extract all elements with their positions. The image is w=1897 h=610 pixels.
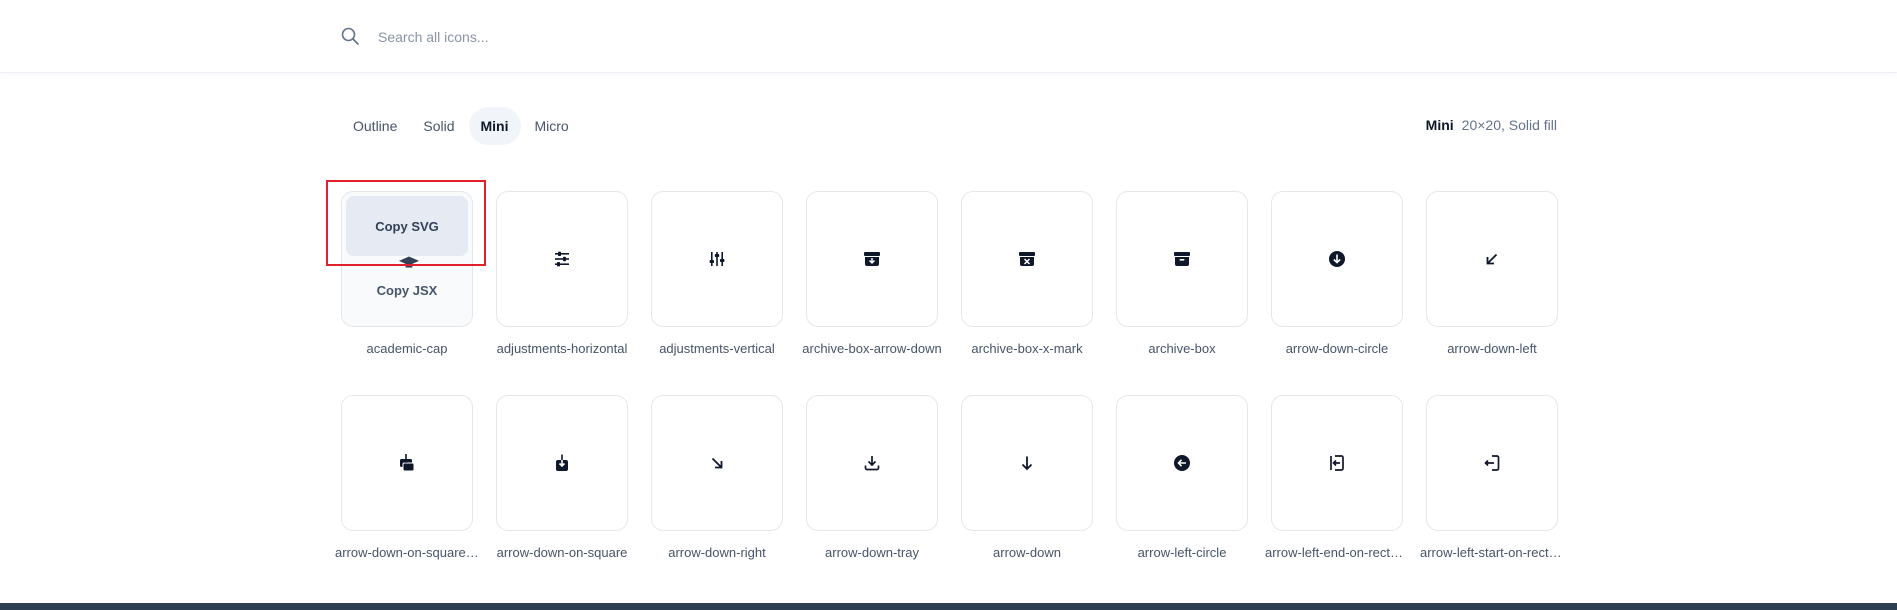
icon-cell-adjustments-horizontal: adjustments-horizontal: [496, 191, 628, 395]
icon-label: arrow-down-tray: [825, 545, 919, 560]
icon-cell-archive-box-x-mark: archive-box-x-mark: [961, 191, 1093, 395]
icon-label: arrow-left-end-on-rectangle: [1265, 545, 1409, 560]
icon-label: arrow-down-left: [1447, 341, 1537, 356]
arrow-left-end-on-rectangle-icon: [1330, 455, 1344, 471]
arrow-down-on-square-stack-icon: [400, 454, 415, 472]
icon-cell-archive-box: archive-box: [1116, 191, 1248, 395]
copy-jsx-button[interactable]: Copy JSX: [346, 258, 468, 322]
icon-card[interactable]: [806, 395, 938, 531]
icon-label: arrow-down: [993, 545, 1061, 560]
icon-card[interactable]: [1116, 395, 1248, 531]
arrow-down-circle-icon: [1329, 251, 1345, 267]
icon-label: arrow-down-circle: [1285, 341, 1389, 356]
style-info-name: Mini: [1425, 117, 1454, 133]
icon-cell-arrow-left-start-on-rectangle: arrow-left-start-on-rectangle: [1420, 395, 1564, 599]
archive-box-icon: [1174, 252, 1190, 266]
tab-solid[interactable]: Solid: [411, 107, 466, 145]
arrow-down-left-icon: [1486, 253, 1498, 265]
icon-cell-arrow-down-on-square: arrow-down-on-square: [496, 395, 628, 599]
icon-cell-arrow-left-circle: arrow-left-circle: [1116, 395, 1248, 599]
archive-box-arrow-down-icon: [864, 252, 880, 266]
style-info-description: 20×20, Solid fill: [1461, 117, 1557, 133]
icon-card[interactable]: [1271, 395, 1403, 531]
tab-mini[interactable]: Mini: [468, 107, 521, 145]
icon-label: arrow-left-circle: [1137, 545, 1227, 560]
icon-cell-arrow-down-on-square-stack: arrow-down-on-square-stack: [335, 395, 479, 599]
bottom-edge: [0, 603, 1897, 610]
tab-micro[interactable]: Micro: [523, 107, 581, 145]
icon-card[interactable]: [651, 191, 783, 327]
icon-cell-arrow-left-end-on-rectangle: arrow-left-end-on-rectangle: [1265, 395, 1409, 599]
icon-cell-academic-cap: Copy SVG Copy JSX academic-cap: [341, 191, 473, 395]
search-bar: [0, 0, 1897, 73]
icon-label: arrow-down-on-square-stack: [335, 545, 479, 560]
icon-card[interactable]: Copy SVG Copy JSX: [341, 191, 473, 327]
icon-card[interactable]: [961, 395, 1093, 531]
arrow-left-circle-icon: [1174, 455, 1190, 471]
icon-cell-arrow-down-right: arrow-down-right: [651, 395, 783, 599]
icon-label: archive-box: [1148, 341, 1216, 356]
copy-svg-button[interactable]: Copy SVG: [346, 196, 468, 256]
icon-cell-adjustments-vertical: adjustments-vertical: [651, 191, 783, 395]
icon-card[interactable]: [1116, 191, 1248, 327]
adjustments-horizontal-icon: [555, 251, 569, 267]
icon-card[interactable]: [806, 191, 938, 327]
adjustments-vertical-icon: [709, 252, 725, 266]
icon-cell-archive-box-arrow-down: archive-box-arrow-down: [802, 191, 942, 395]
icon-card[interactable]: [961, 191, 1093, 327]
icon-label: academic-cap: [366, 341, 448, 356]
icon-cell-arrow-down: arrow-down: [961, 395, 1093, 599]
icon-card[interactable]: [1426, 191, 1558, 327]
icon-label: adjustments-vertical: [659, 341, 775, 356]
icon-card[interactable]: [651, 395, 783, 531]
icon-card[interactable]: [341, 395, 473, 531]
tab-outline[interactable]: Outline: [341, 107, 409, 145]
icon-label: arrow-down-right: [668, 545, 766, 560]
icon-card[interactable]: [1426, 395, 1558, 531]
archive-box-x-mark-icon: [1019, 252, 1035, 266]
style-tabs: Outline Solid Mini Micro: [341, 107, 581, 145]
arrow-left-start-on-rectangle-icon: [1484, 455, 1500, 471]
icon-label: arrow-down-on-square: [496, 545, 628, 560]
icon-card[interactable]: [496, 191, 628, 327]
icon-label: archive-box-arrow-down: [802, 341, 942, 356]
icon-grid: Copy SVG Copy JSX academic-cap adjustmen…: [335, 191, 1564, 599]
icon-label: archive-box-x-mark: [971, 341, 1083, 356]
icon-card[interactable]: [1271, 191, 1403, 327]
arrow-down-on-square-icon: [556, 454, 568, 471]
icon-label: adjustments-horizontal: [496, 341, 628, 356]
arrow-down-right-icon: [711, 457, 723, 469]
icon-cell-arrow-down-tray: arrow-down-tray: [806, 395, 938, 599]
icon-label: arrow-left-start-on-rectangle: [1420, 545, 1564, 560]
icon-cell-arrow-down-circle: arrow-down-circle: [1271, 191, 1403, 395]
arrow-down-tray-icon: [864, 456, 880, 471]
search-input[interactable]: [376, 22, 1280, 52]
arrow-down-icon: [1021, 456, 1033, 471]
search-icon: [341, 27, 359, 45]
icon-card[interactable]: [496, 395, 628, 531]
style-info: Mini 20×20, Solid fill: [1426, 117, 1557, 133]
icon-cell-arrow-down-left: arrow-down-left: [1426, 191, 1558, 395]
